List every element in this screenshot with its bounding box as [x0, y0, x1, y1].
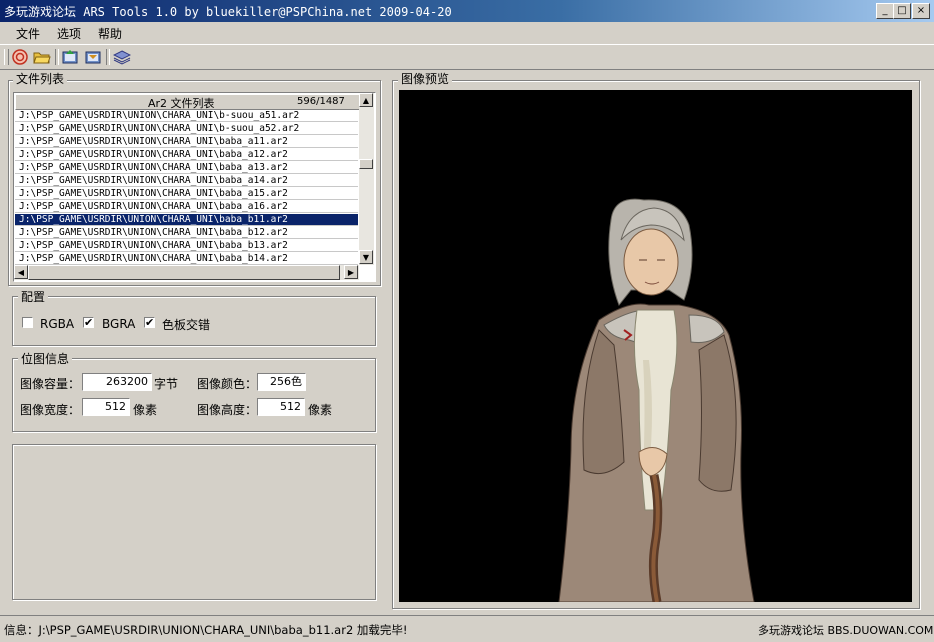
image-height-unit: 像素 [308, 403, 333, 417]
scroll-down-icon[interactable]: ▼ [359, 250, 373, 264]
list-header-title: Ar2 文件列表 [148, 97, 215, 110]
image-size-label: 图像容量： [20, 377, 81, 391]
menu-bar: 文件 选项 帮助 [0, 22, 934, 42]
window-title: 多玩游戏论坛 ARS Tools 1.0 by bluekiller@PSPCh… [4, 5, 452, 19]
list-item[interactable]: J:\PSP_GAME\USRDIR\UNION\CHARA_UNI\baba_… [15, 175, 358, 187]
image-width-unit: 像素 [133, 403, 158, 417]
stop-icon[interactable] [11, 48, 29, 66]
bitmap-info-group-label: 位图信息 [18, 350, 73, 367]
rgba-checkbox[interactable] [22, 317, 33, 328]
image-size-field[interactable]: 263200 [82, 373, 152, 391]
menu-options[interactable]: 选项 [57, 25, 81, 42]
import-icon[interactable] [84, 48, 102, 66]
maximize-button[interactable]: □ [893, 3, 911, 19]
empty-panel [12, 444, 376, 600]
layers-icon[interactable] [112, 48, 132, 66]
image-preview [399, 90, 912, 602]
image-height-field[interactable]: 512 [257, 398, 305, 416]
list-item[interactable]: J:\PSP_GAME\USRDIR\UNION\CHARA_UNI\baba_… [15, 149, 358, 161]
image-width-field[interactable]: 512 [82, 398, 130, 416]
list-item[interactable]: J:\PSP_GAME\USRDIR\UNION\CHARA_UNI\baba_… [15, 162, 358, 174]
toolbar-separator [106, 49, 110, 65]
list-item[interactable]: J:\PSP_GAME\USRDIR\UNION\CHARA_UNI\b-suo… [15, 110, 358, 122]
list-header[interactable]: Ar2 文件列表 596/1487 [15, 94, 360, 110]
list-item[interactable]: J:\PSP_GAME\USRDIR\UNION\CHARA_UNI\baba_… [15, 188, 358, 200]
palette-interleave-checkbox[interactable]: ✔ [144, 317, 155, 328]
scroll-thumb[interactable] [359, 159, 373, 169]
config-group-label: 配置 [18, 288, 49, 305]
list-count: 596/1487 [297, 96, 345, 107]
palette-interleave-label: 色板交错 [162, 318, 211, 332]
minimize-button[interactable]: _ [876, 3, 894, 19]
image-size-unit: 字节 [154, 377, 179, 391]
menu-help[interactable]: 帮助 [98, 25, 122, 42]
horizontal-scrollbar[interactable]: ◀ ▶ [14, 265, 359, 280]
list-item[interactable]: J:\PSP_GAME\USRDIR\UNION\CHARA_UNI\baba_… [15, 227, 358, 239]
status-bar: 信息：J:\PSP_GAME\USRDIR\UNION\CHARA_UNI\ba… [0, 615, 934, 642]
bgra-label: BGRA [102, 317, 136, 331]
image-width-label: 图像宽度： [20, 403, 81, 417]
open-folder-icon[interactable] [33, 48, 51, 66]
menu-file[interactable]: 文件 [16, 25, 40, 42]
toolbar [0, 44, 934, 70]
scroll-left-icon[interactable]: ◀ [14, 265, 28, 279]
list-item[interactable]: J:\PSP_GAME\USRDIR\UNION\CHARA_UNI\baba_… [15, 201, 358, 213]
rgba-label: RGBA [40, 317, 75, 331]
file-list[interactable]: Ar2 文件列表 596/1487 J:\PSP_GAME\USRDIR\UNI… [13, 92, 376, 282]
list-item[interactable]: J:\PSP_GAME\USRDIR\UNION\CHARA_UNI\baba_… [15, 240, 358, 252]
bitmap-info-group [12, 358, 376, 432]
export-icon[interactable] [62, 48, 80, 66]
toolbar-separator [55, 49, 59, 65]
image-height-label: 图像高度： [197, 403, 258, 417]
h-scroll-thumb[interactable] [28, 265, 340, 280]
image-color-field[interactable]: 256色 [257, 373, 306, 391]
image-color-label: 图像颜色： [197, 377, 258, 391]
list-item[interactable]: J:\PSP_GAME\USRDIR\UNION\CHARA_UNI\baba_… [15, 214, 358, 226]
list-item[interactable]: J:\PSP_GAME\USRDIR\UNION\CHARA_UNI\b-suo… [15, 123, 358, 135]
list-item[interactable]: J:\PSP_GAME\USRDIR\UNION\CHARA_UNI\baba_… [15, 253, 358, 265]
bgra-checkbox[interactable]: ✔ [83, 317, 94, 328]
status-message: 信息：J:\PSP_GAME\USRDIR\UNION\CHARA_UNI\ba… [4, 623, 408, 637]
scroll-right-icon[interactable]: ▶ [344, 265, 358, 279]
title-bar[interactable]: 多玩游戏论坛 ARS Tools 1.0 by bluekiller@PSPCh… [0, 0, 934, 22]
file-list-group-label: 文件列表 [13, 70, 68, 87]
scroll-up-icon[interactable]: ▲ [359, 93, 373, 107]
forum-watermark: 多玩游戏论坛 BBS.DUOWAN.COM [758, 624, 934, 637]
preview-group-label: 图像预览 [398, 70, 453, 87]
close-button[interactable]: × [912, 3, 930, 19]
list-item[interactable]: J:\PSP_GAME\USRDIR\UNION\CHARA_UNI\baba_… [15, 136, 358, 148]
toolbar-grip [4, 49, 9, 65]
vertical-scrollbar[interactable]: ▲ ▼ [359, 93, 374, 265]
old-woman-character-image [558, 198, 755, 602]
